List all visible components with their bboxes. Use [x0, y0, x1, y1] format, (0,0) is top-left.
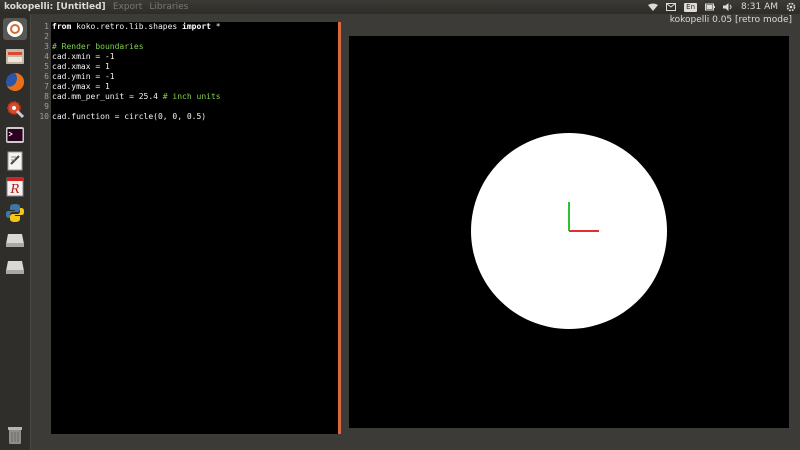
code-token: cad.xmin = -1 [52, 52, 115, 61]
line-number: 4 [44, 52, 49, 61]
code-token: cad.function = circle(0, 0, 0.5) [52, 112, 207, 121]
render-canvas[interactable] [349, 36, 789, 428]
wifi-icon[interactable] [648, 3, 659, 11]
drive-icon[interactable] [3, 256, 27, 278]
keyword-token: import [182, 22, 211, 31]
code-line[interactable]: cad.function = circle(0, 0, 0.5) [52, 112, 221, 122]
code-text[interactable]: from koko.retro.lib.shapes import * # Re… [52, 22, 221, 122]
line-number: 1 [44, 22, 49, 31]
svg-text:R: R [9, 182, 19, 196]
keyword-token: from [52, 22, 72, 31]
code-line[interactable]: cad.xmax = 1 [52, 62, 221, 72]
system-tray: En 8:31 AM [648, 0, 796, 14]
top-panel: kokopelli: [Untitled] Export Libraries E… [0, 0, 800, 14]
code-line[interactable]: # Render boundaries [52, 42, 221, 52]
line-number: 6 [44, 72, 49, 81]
comment-token: # inch units [162, 92, 221, 101]
trash-icon[interactable] [3, 424, 27, 446]
code-token: cad.ymin = -1 [52, 72, 115, 81]
code-editor[interactable]: 1 2 3 4 5 6 7 8 9 10 from koko.retro.lib.shapes i… [35, 22, 341, 434]
mail-icon[interactable] [666, 3, 677, 11]
app-name: kokopelli: [4, 2, 54, 12]
terminal-icon[interactable] [3, 124, 27, 146]
code-token: koko.retro.lib.shapes [71, 22, 183, 31]
language-indicator[interactable]: En [684, 2, 697, 12]
battery-icon[interactable] [705, 3, 715, 11]
app-title[interactable]: kokopelli: [Untitled] Export Libraries [4, 0, 188, 14]
line-number: 3 [44, 42, 49, 51]
firefox-icon[interactable] [3, 71, 27, 93]
volume-icon[interactable] [723, 3, 733, 11]
dash-icon[interactable] [3, 18, 27, 40]
menu-libraries[interactable]: Libraries [149, 2, 188, 12]
code-line[interactable]: cad.xmin = -1 [52, 52, 221, 62]
code-line[interactable] [52, 102, 221, 112]
python-icon[interactable] [3, 202, 27, 224]
launcher: R [0, 14, 31, 450]
code-line[interactable]: cad.ymax = 1 [52, 82, 221, 92]
menu-export[interactable]: Export [113, 2, 142, 12]
code-token: * [210, 22, 221, 31]
line-number: 8 [44, 92, 49, 101]
file-name: [Untitled] [56, 2, 106, 12]
code-line[interactable]: cad.mm_per_unit = 25.4 # inch units [52, 92, 221, 102]
text-editor-icon[interactable] [3, 150, 27, 172]
comment-token: # Render boundaries [52, 42, 144, 51]
line-number: 2 [44, 32, 49, 41]
line-number: 7 [44, 82, 49, 91]
line-number: 5 [44, 62, 49, 71]
gear-icon[interactable] [786, 2, 796, 12]
window-title: kokopelli 0.05 [retro mode] [669, 15, 792, 25]
line-number: 10 [39, 112, 49, 121]
code-line[interactable] [52, 32, 221, 42]
line-number: 9 [44, 102, 49, 111]
files-icon[interactable] [3, 45, 27, 67]
settings-icon[interactable] [3, 98, 27, 120]
code-token: cad.ymax = 1 [52, 82, 110, 91]
code-line[interactable]: from koko.retro.lib.shapes import * [52, 22, 221, 32]
clock[interactable]: 8:31 AM [741, 0, 778, 14]
render-viewer[interactable] [349, 36, 789, 428]
r-icon[interactable]: R [3, 176, 27, 198]
code-token: cad.xmax = 1 [52, 62, 110, 71]
line-number-gutter: 1 2 3 4 5 6 7 8 9 10 [35, 22, 49, 122]
code-line[interactable]: cad.ymin = -1 [52, 72, 221, 82]
code-token: cad.mm_per_unit = 25.4 [52, 92, 163, 101]
drive-icon[interactable] [3, 229, 27, 251]
